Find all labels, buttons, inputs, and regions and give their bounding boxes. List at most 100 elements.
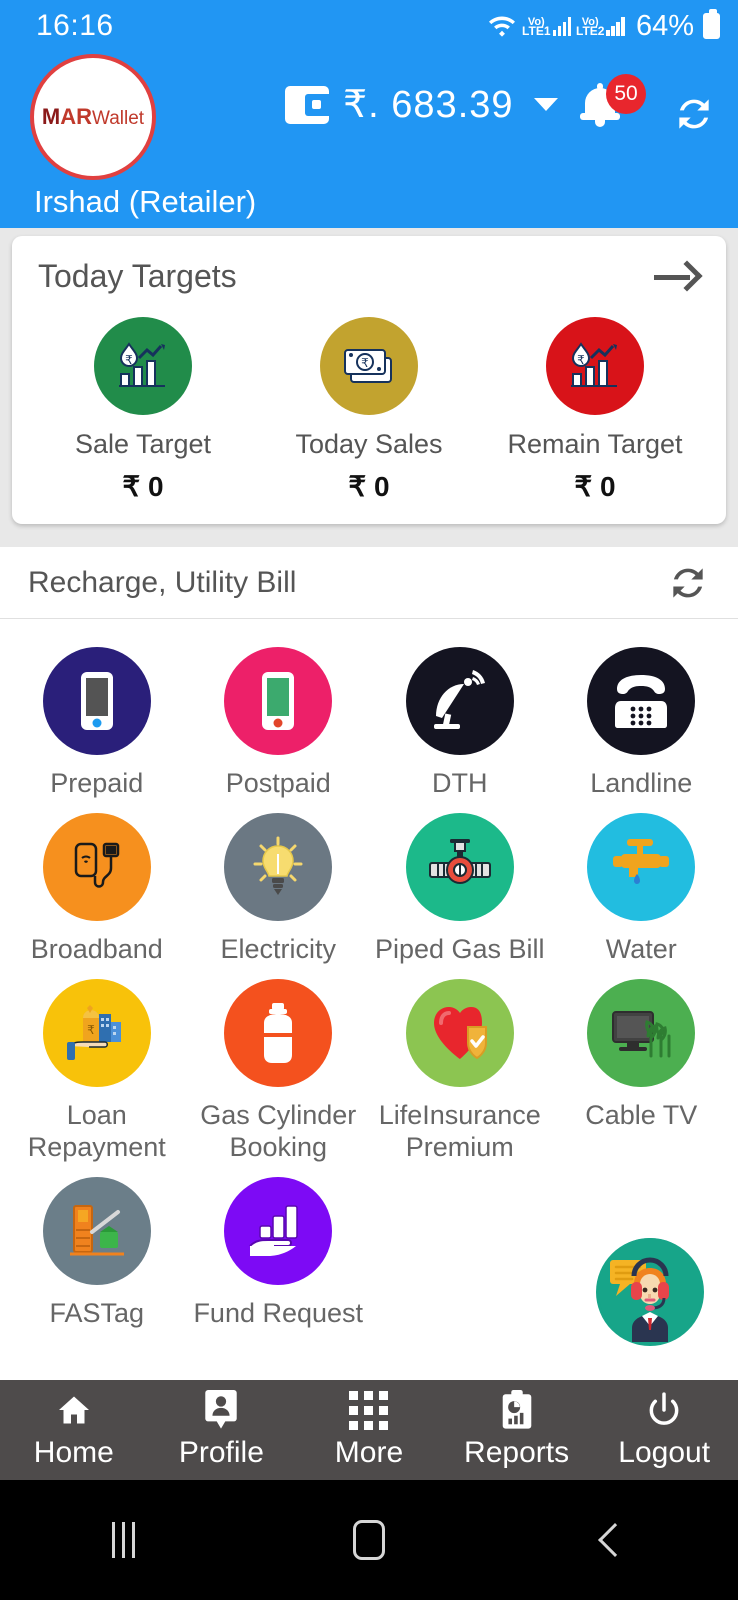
profile-icon <box>204 1390 238 1430</box>
service-tile-dth[interactable]: DTH <box>369 633 551 799</box>
gas-cylinder-icon <box>224 979 333 1087</box>
sim2-signal-bars <box>606 16 625 36</box>
service-tile-lifeinsurance-premium[interactable]: LifeInsurance Premium <box>369 965 551 1163</box>
nav-label: Profile <box>178 1436 264 1469</box>
service-tile-electricity[interactable]: Electricity <box>188 799 370 965</box>
service-label: Cable TV <box>585 1100 698 1130</box>
user-name-label: Irshad (Retailer) <box>34 184 257 219</box>
service-tile-broadband[interactable]: Broadband <box>6 799 188 965</box>
service-label: Loan Repayment <box>27 1100 166 1162</box>
power-icon <box>645 1390 683 1430</box>
telephone-icon <box>587 647 696 755</box>
battery-icon <box>703 9 720 39</box>
recharge-header: Recharge, Utility Bill <box>0 547 738 619</box>
report-clipboard-icon <box>501 1390 533 1430</box>
wallet-balance-amount: ₹. 683.39 <box>343 84 514 126</box>
service-tile-piped-gas-bill[interactable]: Piped Gas Bill <box>369 799 551 965</box>
service-tile-water[interactable]: Water <box>551 799 733 965</box>
nav-item-logout[interactable]: Logout <box>590 1380 738 1480</box>
nav-item-home[interactable]: Home <box>0 1380 148 1480</box>
recharge-refresh-icon[interactable] <box>666 561 710 605</box>
android-home-button[interactable] <box>246 1520 492 1560</box>
services-grid: Prepaid Postpaid DTH Landline Broadband … <box>0 619 738 1329</box>
service-label: LifeInsurance Premium <box>378 1100 541 1162</box>
service-tile-fastag[interactable]: FASTag <box>6 1163 188 1329</box>
target-value: ₹ 0 <box>574 471 616 502</box>
notifications-button[interactable]: 50 <box>578 74 646 134</box>
wifi-icon <box>487 13 517 39</box>
customer-support-button[interactable] <box>596 1238 704 1346</box>
nav-item-profile[interactable]: Profile <box>148 1380 296 1480</box>
sale-target-chart-icon: ₹ <box>94 317 192 415</box>
android-recents-button[interactable] <box>0 1522 246 1558</box>
target-label: Sale Target <box>74 429 212 459</box>
android-back-button[interactable] <box>492 1523 738 1557</box>
logo-letter-m: M <box>41 104 61 129</box>
grid-icon <box>349 1390 389 1430</box>
service-label: Gas Cylinder Booking <box>200 1100 357 1162</box>
target-item-remain-target[interactable]: ₹ Remain Target ₹ 0 <box>482 317 708 503</box>
customer-support-agent-icon <box>598 1238 702 1346</box>
service-tile-cable-tv[interactable]: Cable TV <box>551 965 733 1163</box>
service-tile-postpaid[interactable]: Postpaid <box>188 633 370 799</box>
service-label: Water <box>605 934 677 964</box>
service-label: Fund Request <box>193 1298 364 1328</box>
tv-antenna-icon <box>587 979 696 1087</box>
sim2-volte-indicator: Vo) LTE2 <box>576 16 625 37</box>
water-tap-icon <box>587 813 696 921</box>
toll-barrier-icon <box>42 1177 151 1285</box>
today-targets-items: ₹ Sale Target ₹ 0 ₹ Today Sales ₹ 0 ₹ Re… <box>12 295 726 503</box>
sim1-lte-label: LTE1 <box>522 24 551 38</box>
service-label: Postpaid <box>225 768 331 798</box>
target-item-today-sales[interactable]: ₹ Today Sales ₹ 0 <box>256 317 482 503</box>
app-logo: MARWallet <box>30 54 156 180</box>
svg-text:₹: ₹ <box>361 356 369 370</box>
sim1-signal-bars <box>552 16 571 36</box>
svg-text:₹: ₹ <box>125 353 133 367</box>
android-system-navbar <box>0 1480 738 1600</box>
service-tile-prepaid[interactable]: Prepaid <box>6 633 188 799</box>
target-value: ₹ 0 <box>122 471 164 502</box>
target-item-sale-target[interactable]: ₹ Sale Target ₹ 0 <box>30 317 256 503</box>
money-hand-icon: ₹ <box>42 979 151 1087</box>
app-root: 16:16 Vo) LTE1 Vo) LTE2 64% MARWallet ₹.… <box>0 0 738 1600</box>
service-label: Landline <box>590 768 693 798</box>
service-tile-fund-request[interactable]: Fund Request <box>188 1163 370 1329</box>
svg-text:₹: ₹ <box>87 1023 95 1037</box>
today-targets-header: Today Targets <box>12 236 726 295</box>
nav-item-reports[interactable]: Reports <box>443 1380 591 1480</box>
chevron-down-icon[interactable] <box>533 98 558 111</box>
service-tile-loan-repayment[interactable]: ₹ Loan Repayment <box>6 965 188 1163</box>
service-label: Prepaid <box>50 768 144 798</box>
satellite-dish-icon <box>405 647 514 755</box>
app-header: MARWallet ₹. 683.39 50 Irshad (Retailer) <box>0 52 738 228</box>
service-label: DTH <box>432 768 488 798</box>
service-label: Electricity <box>220 934 336 964</box>
nav-item-more[interactable]: More <box>295 1380 443 1480</box>
service-label: Piped Gas Bill <box>374 934 545 964</box>
battery-percent: 64% <box>635 9 694 42</box>
home-icon <box>54 1390 94 1430</box>
fund-hand-chart-icon <box>224 1177 333 1285</box>
sim1-volte-indicator: Vo) LTE1 <box>522 16 571 38</box>
service-tile-gas-cylinder-booking[interactable]: Gas Cylinder Booking <box>188 965 370 1163</box>
service-label: Broadband <box>30 934 163 964</box>
target-label: Today Sales <box>295 429 443 459</box>
service-label: FASTag <box>49 1298 145 1328</box>
target-value: ₹ 0 <box>348 471 390 502</box>
today-targets-card[interactable]: Today Targets ₹ Sale Target ₹ 0 ₹ Today … <box>12 236 726 524</box>
arrow-right-icon[interactable] <box>654 259 703 294</box>
router-usb-icon <box>42 813 151 921</box>
wallet-balance-button[interactable]: ₹. 683.39 <box>285 82 558 127</box>
smartphone-icon <box>42 647 151 755</box>
recents-icon <box>111 1522 135 1558</box>
status-indicators: Vo) LTE1 Vo) LTE2 64% <box>487 9 720 43</box>
today-targets-title: Today Targets <box>38 258 237 294</box>
nav-label: Reports <box>464 1436 570 1469</box>
header-refresh-button[interactable] <box>672 92 716 136</box>
logo-word-wallet: Wallet <box>92 108 145 129</box>
service-tile-landline[interactable]: Landline <box>551 633 733 799</box>
remain-target-chart-icon: ₹ <box>546 317 644 415</box>
back-chevron-icon <box>598 1523 632 1557</box>
smartphone-icon <box>224 647 333 755</box>
